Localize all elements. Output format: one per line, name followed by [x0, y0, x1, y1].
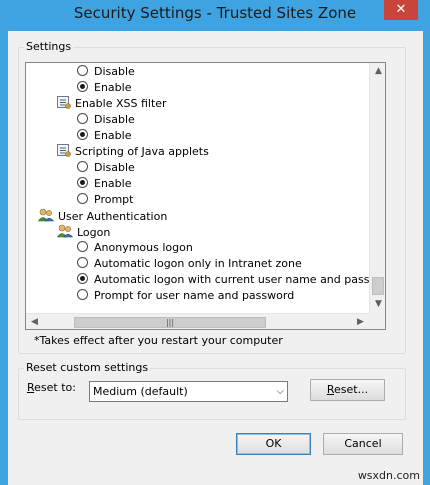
- close-button[interactable]: ✕: [384, 0, 418, 20]
- tree-row-label: Disable: [94, 113, 135, 126]
- reset-level-dropdown[interactable]: Medium (default) ⌵: [89, 381, 288, 402]
- tree-row-label: Anonymous logon: [94, 241, 193, 254]
- scroll-up-icon[interactable]: ▲: [370, 63, 385, 80]
- category-row[interactable]: Logon: [56, 224, 111, 240]
- tree-row-label: Logon: [77, 226, 111, 239]
- tree-row-label: Enable: [94, 81, 132, 94]
- chevron-down-icon: ⌵: [276, 386, 284, 397]
- scroll-left-icon[interactable]: ◀: [26, 314, 43, 329]
- close-icon: ✕: [395, 2, 407, 17]
- tree-row-label: Enable: [94, 177, 132, 190]
- cancel-button[interactable]: Cancel: [323, 433, 403, 455]
- tree-row-label: Enable XSS filter: [75, 97, 167, 110]
- vertical-scroll-thumb[interactable]: [372, 277, 384, 295]
- scroll-down-icon[interactable]: ▼: [370, 296, 385, 313]
- horizontal-scrollbar[interactable]: ◀ ||| ▶: [26, 313, 369, 329]
- tree-row-label: Automatic logon with current user name a…: [94, 273, 386, 286]
- radio-button[interactable]: [77, 241, 88, 252]
- radio-option-row[interactable]: Automatic logon with current user name a…: [77, 272, 386, 288]
- settings-tree[interactable]: Disable Enable Enable XSS filter Disable Ena…: [25, 62, 386, 330]
- radio-option-row[interactable]: Disable: [77, 64, 135, 80]
- radio-button[interactable]: [77, 289, 88, 300]
- tree-row-label: Disable: [94, 65, 135, 78]
- radio-button[interactable]: [77, 65, 88, 76]
- radio-option-row[interactable]: Enable: [77, 176, 131, 192]
- settings-group-label: Settings: [24, 40, 74, 53]
- reset-group-label: Reset custom settings: [24, 361, 151, 374]
- reset-button[interactable]: Reset...: [310, 379, 385, 401]
- radio-option-row[interactable]: Prompt: [77, 192, 133, 208]
- tree-row-label: Prompt: [94, 193, 134, 206]
- reset-button-text: eset...: [334, 383, 369, 396]
- vertical-scrollbar[interactable]: ▲ ▼: [369, 63, 385, 313]
- setting-heading-row[interactable]: Enable XSS filter: [57, 96, 167, 112]
- radio-option-row[interactable]: Disable: [77, 112, 135, 128]
- setting-icon: [57, 96, 71, 109]
- radio-option-row[interactable]: Automatic logon only in Intranet zone: [77, 256, 302, 272]
- reset-to-text: eset to:: [34, 381, 76, 394]
- setting-heading-row[interactable]: Scripting of Java applets: [57, 144, 209, 160]
- setting-icon: [57, 144, 71, 157]
- tree-row-label: Prompt for user name and password: [94, 289, 295, 302]
- radio-button-checked[interactable]: [77, 273, 88, 284]
- ok-button[interactable]: OK: [236, 433, 311, 455]
- reset-button-accel: R: [326, 383, 335, 396]
- horizontal-scroll-thumb[interactable]: |||: [74, 317, 266, 328]
- window-title: Security Settings - Trusted Sites Zone: [73, 4, 357, 22]
- radio-option-row[interactable]: Disable: [77, 160, 135, 176]
- scroll-right-icon[interactable]: ▶: [352, 314, 369, 329]
- radio-button-checked[interactable]: [77, 177, 88, 188]
- radio-option-row[interactable]: Anonymous logon: [77, 240, 193, 256]
- users-icon: [56, 224, 74, 238]
- title-bar[interactable]: Security Settings - Trusted Sites Zone ✕: [0, 0, 430, 30]
- radio-button[interactable]: [77, 161, 88, 172]
- tree-row-label: Disable: [94, 161, 135, 174]
- tree-row-label: Enable: [94, 129, 132, 142]
- reset-to-label: Reset to:: [27, 381, 76, 394]
- radio-option-row[interactable]: Enable: [77, 128, 131, 144]
- tree-row-label: Scripting of Java applets: [75, 145, 209, 158]
- reset-level-value: Medium (default): [93, 385, 188, 398]
- tree-row-label: Automatic logon only in Intranet zone: [94, 257, 302, 270]
- restart-note: *Takes effect after you restart your com…: [34, 334, 283, 347]
- scrollbar-corner: [369, 313, 385, 329]
- radio-option-row[interactable]: Prompt for user name and password: [77, 288, 294, 304]
- radio-option-row[interactable]: Enable: [77, 80, 131, 96]
- radio-button[interactable]: [77, 113, 88, 124]
- radio-button-checked[interactable]: [77, 81, 88, 92]
- watermark-text: wsxdn.com: [357, 469, 420, 482]
- radio-button[interactable]: [77, 193, 88, 204]
- users-icon: [37, 208, 55, 222]
- category-row[interactable]: User Authentication: [37, 208, 168, 224]
- tree-row-label: User Authentication: [58, 210, 168, 223]
- dialog-window: Security Settings - Trusted Sites Zone ✕…: [0, 0, 430, 485]
- radio-button[interactable]: [77, 257, 88, 268]
- radio-button-checked[interactable]: [77, 129, 88, 140]
